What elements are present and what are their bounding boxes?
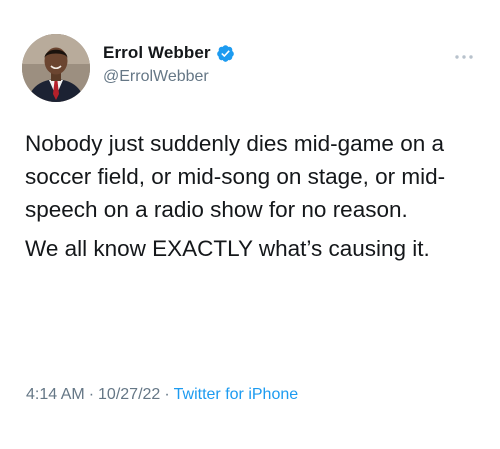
more-options-icon[interactable]: [454, 48, 474, 59]
author-handle[interactable]: @ErrolWebber: [103, 68, 433, 86]
display-name[interactable]: Errol Webber: [103, 43, 211, 63]
meta-separator: ·: [88, 386, 95, 403]
tweet-source-link[interactable]: Twitter for iPhone: [174, 386, 299, 403]
tweet-date[interactable]: 10/27/22: [98, 386, 160, 403]
tweet-card: Errol Webber @ErrolWebber Nobody just su…: [0, 0, 500, 449]
meta-separator: ·: [164, 386, 170, 403]
name-row: Errol Webber: [103, 41, 433, 65]
author-block: Errol Webber @ErrolWebber: [103, 41, 433, 86]
tweet-paragraph: Nobody just suddenly dies mid-game on a …: [25, 131, 446, 222]
tweet-time[interactable]: 4:14 AM: [26, 386, 85, 403]
verified-badge-icon: [216, 44, 235, 63]
tweet-text: Nobody just suddenly dies mid-game on a …: [25, 127, 487, 265]
tweet-meta: 4:14 AM · 10/27/22 · Twitter for iPhone: [26, 386, 298, 404]
tweet-paragraph: We all know EXACTLY what’s causing it.: [25, 236, 430, 261]
avatar[interactable]: [22, 34, 90, 102]
avatar-image: [22, 34, 90, 102]
